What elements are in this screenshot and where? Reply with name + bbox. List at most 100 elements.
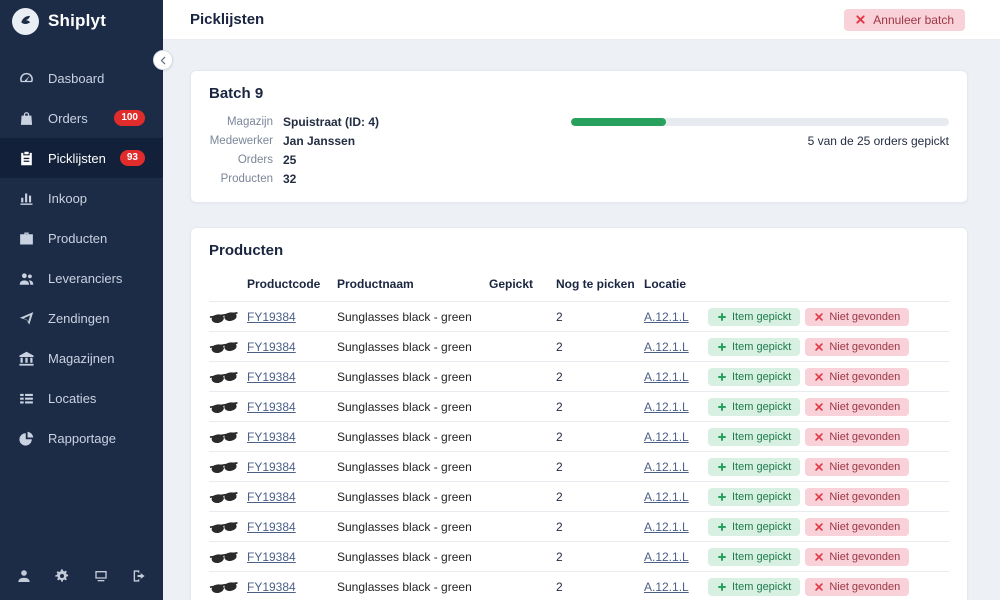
item-picked-button[interactable]: Item gepickt bbox=[708, 548, 800, 566]
product-image-sunglasses bbox=[209, 340, 247, 354]
user-button[interactable] bbox=[16, 568, 32, 584]
cancel-batch-button[interactable]: Annuleer batch bbox=[844, 9, 965, 31]
not-found-button[interactable]: Niet gevonden bbox=[805, 428, 909, 446]
sidebar-item-orders[interactable]: Orders 100 bbox=[0, 98, 163, 138]
sidebar-item-label: Inkoop bbox=[48, 191, 145, 206]
col-productnaam: Productnaam bbox=[337, 277, 489, 291]
sidebar-item-picklijsten[interactable]: Picklijsten 93 bbox=[0, 138, 163, 178]
scanner-button[interactable] bbox=[93, 568, 109, 584]
product-image-sunglasses bbox=[209, 400, 247, 414]
not-found-button[interactable]: Niet gevonden bbox=[805, 518, 909, 536]
x-icon bbox=[814, 342, 824, 352]
logout-button[interactable] bbox=[131, 568, 147, 584]
product-name: Sunglasses black - green bbox=[337, 520, 489, 534]
sidebar-item-zendingen[interactable]: Zendingen bbox=[0, 298, 163, 338]
item-picked-button[interactable]: Item gepickt bbox=[708, 428, 800, 446]
product-image-sunglasses bbox=[209, 580, 247, 594]
x-icon bbox=[855, 14, 866, 25]
product-code-link[interactable]: FY19384 bbox=[247, 430, 337, 444]
item-picked-button[interactable]: Item gepickt bbox=[708, 368, 800, 386]
item-picked-label: Item gepickt bbox=[732, 521, 791, 533]
product-location-link[interactable]: A.12.1.L bbox=[644, 580, 708, 594]
progress-caption: 5 van de 25 orders gepickt bbox=[571, 134, 949, 148]
item-picked-label: Item gepickt bbox=[732, 551, 791, 563]
x-icon bbox=[814, 462, 824, 472]
product-location-link[interactable]: A.12.1.L bbox=[644, 520, 708, 534]
item-picked-label: Item gepickt bbox=[732, 581, 791, 593]
products-card: Producten Productcode Productnaam Gepick… bbox=[190, 227, 968, 600]
sidebar-collapse-button[interactable] bbox=[153, 50, 173, 70]
sidebar-item-magazijnen[interactable]: Magazijnen bbox=[0, 338, 163, 378]
product-remaining-count: 2 bbox=[556, 520, 644, 534]
plus-icon bbox=[717, 552, 727, 562]
item-picked-button[interactable]: Item gepickt bbox=[708, 518, 800, 536]
item-picked-button[interactable]: Item gepickt bbox=[708, 488, 800, 506]
product-location-link[interactable]: A.12.1.L bbox=[644, 400, 708, 414]
product-location-link[interactable]: A.12.1.L bbox=[644, 490, 708, 504]
sidebar-item-dashboard[interactable]: Dasboard bbox=[0, 58, 163, 98]
product-code-link[interactable]: FY19384 bbox=[247, 340, 337, 354]
product-image-sunglasses bbox=[209, 460, 247, 474]
sidebar-item-label: Orders bbox=[48, 111, 101, 126]
item-picked-label: Item gepickt bbox=[732, 401, 791, 413]
product-location-link[interactable]: A.12.1.L bbox=[644, 550, 708, 564]
col-nog-te-picken: Nog te picken bbox=[556, 277, 644, 291]
reports-icon bbox=[18, 430, 35, 447]
sidebar-item-label: Leveranciers bbox=[48, 271, 145, 286]
not-found-button[interactable]: Niet gevonden bbox=[805, 368, 909, 386]
logo: Shiplyt bbox=[0, 0, 163, 42]
product-location-link[interactable]: A.12.1.L bbox=[644, 430, 708, 444]
x-icon bbox=[814, 492, 824, 502]
product-name: Sunglasses black - green bbox=[337, 370, 489, 384]
sidebar-item-label: Magazijnen bbox=[48, 351, 145, 366]
product-code-link[interactable]: FY19384 bbox=[247, 400, 337, 414]
product-remaining-count: 2 bbox=[556, 370, 644, 384]
settings-button[interactable] bbox=[54, 568, 70, 584]
sidebar-item-inkoop[interactable]: Inkoop bbox=[0, 178, 163, 218]
product-code-link[interactable]: FY19384 bbox=[247, 310, 337, 324]
row-actions: Item gepickt Niet gevonden bbox=[708, 488, 949, 506]
product-location-link[interactable]: A.12.1.L bbox=[644, 370, 708, 384]
product-code-link[interactable]: FY19384 bbox=[247, 370, 337, 384]
sidebar-item-label: Producten bbox=[48, 231, 145, 246]
product-code-link[interactable]: FY19384 bbox=[247, 550, 337, 564]
product-location-link[interactable]: A.12.1.L bbox=[644, 460, 708, 474]
batch-field-value: 32 bbox=[283, 173, 379, 186]
sidebar-item-locaties[interactable]: Locaties bbox=[0, 378, 163, 418]
not-found-button[interactable]: Niet gevonden bbox=[805, 398, 909, 416]
table-header: Productcode Productnaam Gepickt Nog te p… bbox=[209, 259, 949, 301]
not-found-button[interactable]: Niet gevonden bbox=[805, 458, 909, 476]
product-code-link[interactable]: FY19384 bbox=[247, 490, 337, 504]
item-picked-button[interactable]: Item gepickt bbox=[708, 398, 800, 416]
plus-icon bbox=[717, 342, 727, 352]
batch-field-value: Jan Janssen bbox=[283, 135, 379, 148]
not-found-button[interactable]: Niet gevonden bbox=[805, 578, 909, 596]
product-code-link[interactable]: FY19384 bbox=[247, 580, 337, 594]
item-picked-button[interactable]: Item gepickt bbox=[708, 578, 800, 596]
product-location-link[interactable]: A.12.1.L bbox=[644, 310, 708, 324]
sidebar-item-label: Picklijsten bbox=[48, 151, 107, 166]
item-picked-button[interactable]: Item gepickt bbox=[708, 308, 800, 326]
product-code-link[interactable]: FY19384 bbox=[247, 520, 337, 534]
products-table-body: FY19384 Sunglasses black - green 2 A.12.… bbox=[209, 301, 949, 600]
sidebar-item-rapportage[interactable]: Rapportage bbox=[0, 418, 163, 458]
product-location-link[interactable]: A.12.1.L bbox=[644, 340, 708, 354]
not-found-button[interactable]: Niet gevonden bbox=[805, 488, 909, 506]
item-picked-label: Item gepickt bbox=[732, 311, 791, 323]
sidebar-item-leveranciers[interactable]: Leveranciers bbox=[0, 258, 163, 298]
item-picked-button[interactable]: Item gepickt bbox=[708, 338, 800, 356]
locations-icon bbox=[18, 390, 35, 407]
x-icon bbox=[814, 312, 824, 322]
product-code-link[interactable]: FY19384 bbox=[247, 460, 337, 474]
not-found-label: Niet gevonden bbox=[829, 431, 900, 443]
item-picked-button[interactable]: Item gepickt bbox=[708, 458, 800, 476]
plus-icon bbox=[717, 522, 727, 532]
not-found-button[interactable]: Niet gevonden bbox=[805, 308, 909, 326]
not-found-label: Niet gevonden bbox=[829, 401, 900, 413]
not-found-button[interactable]: Niet gevonden bbox=[805, 338, 909, 356]
not-found-label: Niet gevonden bbox=[829, 521, 900, 533]
sidebar-item-producten[interactable]: Producten bbox=[0, 218, 163, 258]
not-found-button[interactable]: Niet gevonden bbox=[805, 548, 909, 566]
not-found-label: Niet gevonden bbox=[829, 581, 900, 593]
batch-field-value: 25 bbox=[283, 154, 379, 167]
